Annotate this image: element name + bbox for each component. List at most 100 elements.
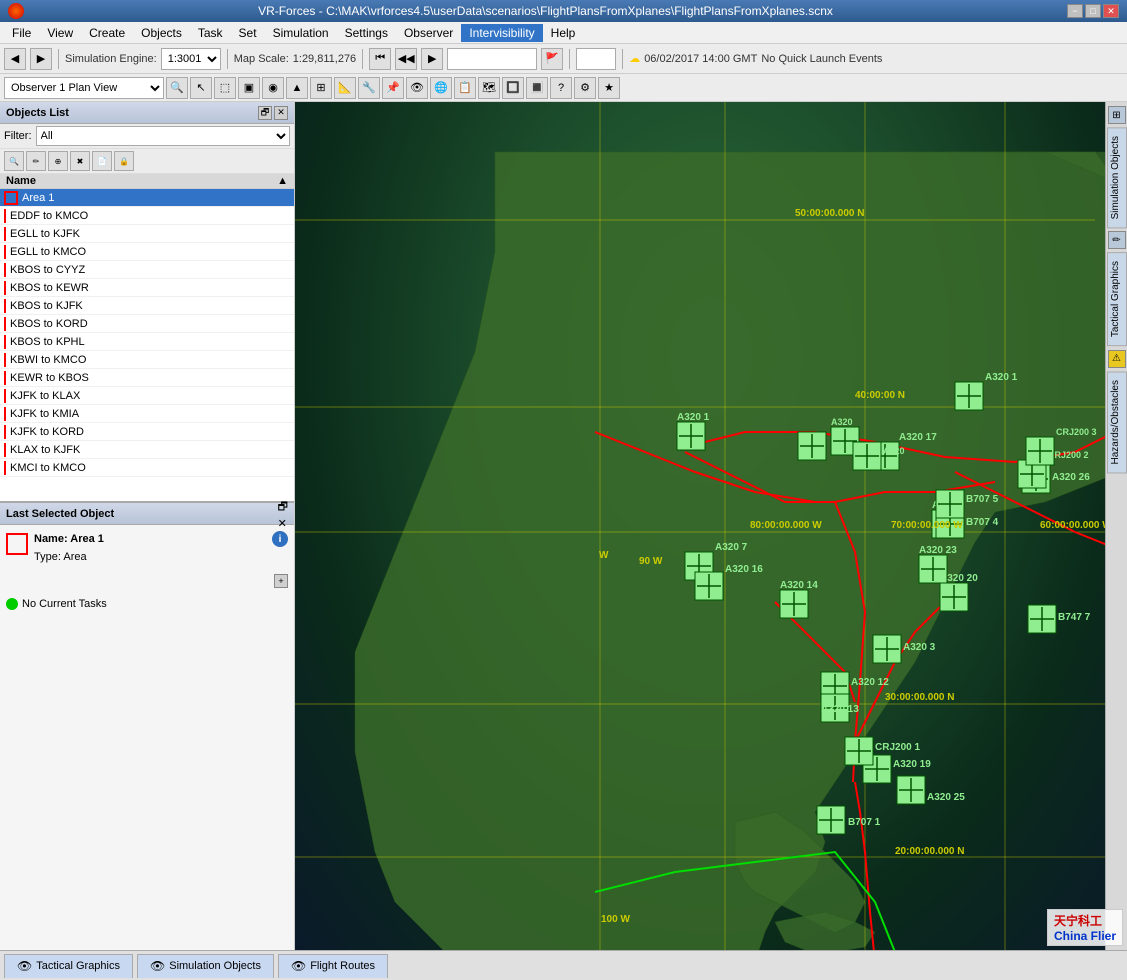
bottom-tab-flight-routes[interactable]: 👁 Flight Routes <box>278 954 388 978</box>
bottom-tab-sim-objects[interactable]: 👁 Simulation Objects <box>137 954 274 978</box>
obj-icon2[interactable]: ✏ <box>26 151 46 171</box>
maximize-button[interactable]: □ <box>1085 4 1101 18</box>
toolbar2-select[interactable]: ⬚ <box>214 77 236 99</box>
objects-scroll-list[interactable]: Area 1EDDF to KMCOEGLL to KJFKEGLL to KM… <box>0 189 294 501</box>
last-selected-restore[interactable]: 🗗 <box>278 498 288 517</box>
right-tab-icon3[interactable]: ⚠ <box>1108 350 1126 368</box>
step-back-btn[interactable]: ◀◀ <box>395 48 417 70</box>
objects-list-close[interactable]: ✕ <box>274 106 288 120</box>
view-select[interactable]: Observer 1 Plan View <box>4 77 164 99</box>
object-list-item[interactable]: KBOS to KJFK <box>0 297 294 315</box>
play-btn[interactable]: ▶ <box>421 48 443 70</box>
close-button[interactable]: ✕ <box>1103 4 1119 18</box>
menu-create[interactable]: Create <box>81 24 133 42</box>
toolbar2-eye[interactable]: 👁 <box>406 77 428 99</box>
toolbar2-rect1[interactable]: 🔲 <box>502 77 524 99</box>
object-list-item[interactable]: KJFK to KLAX <box>0 387 294 405</box>
title-bar: VR-Forces - C:\MAK\vrforces4.5\userData\… <box>0 0 1127 22</box>
svg-text:B747 7: B747 7 <box>1058 612 1091 623</box>
sim-engine-select[interactable]: 1:3001 <box>161 48 221 70</box>
filter-select[interactable]: All <box>36 126 291 146</box>
sim-engine-label: Simulation Engine: <box>65 53 157 65</box>
toolbar2-measure[interactable]: 📐 <box>334 77 356 99</box>
toolbar2-globe[interactable]: 🌐 <box>430 77 452 99</box>
menu-simulation[interactable]: Simulation <box>265 24 337 42</box>
forward-btn[interactable]: ▶ <box>30 48 52 70</box>
flag-btn[interactable]: 🚩 <box>541 48 563 70</box>
menu-observer[interactable]: Observer <box>396 24 461 42</box>
svg-text:A320 16: A320 16 <box>725 564 763 575</box>
toolbar2-search[interactable]: 🔍 <box>166 77 188 99</box>
back-btn[interactable]: ◀ <box>4 48 26 70</box>
object-list-item[interactable]: KBOS to KORD <box>0 315 294 333</box>
minimize-button[interactable]: − <box>1067 4 1083 18</box>
object-list-item[interactable]: KMCI to KMCO <box>0 459 294 477</box>
object-list-item[interactable]: EDDF to KMCO <box>0 207 294 225</box>
selected-obj-details: Name: Area 1 Type: Area <box>34 531 104 566</box>
window-title: VR-Forces - C:\MAK\vrforces4.5\userData\… <box>24 4 1067 18</box>
toolbar2-flag[interactable]: ▲ <box>286 77 308 99</box>
menu-task[interactable]: Task <box>190 24 231 42</box>
object-list-item[interactable]: Area 1 <box>0 189 294 207</box>
menu-objects[interactable]: Objects <box>133 24 190 42</box>
map-svg-overlay: A320 1 A320 2 A320 3 A320 7 <box>295 102 1127 950</box>
toolbar2-rect2[interactable]: 🔳 <box>526 77 548 99</box>
obj-icon4[interactable]: ✖ <box>70 151 90 171</box>
menu-set[interactable]: Set <box>231 24 265 42</box>
toolbar2-clip[interactable]: 📋 <box>454 77 476 99</box>
right-tab-sim-objects[interactable]: Simulation Objects <box>1107 127 1127 228</box>
object-list-item[interactable]: KLAX to KJFK <box>0 441 294 459</box>
obj-icon5[interactable]: 📄 <box>92 151 112 171</box>
object-list-item[interactable]: EGLL to KMCO <box>0 243 294 261</box>
right-tab-hazards[interactable]: Hazards/Obstacles <box>1107 371 1127 473</box>
menu-view[interactable]: View <box>39 24 81 42</box>
svg-text:B707 1: B707 1 <box>848 817 881 828</box>
object-item-label: KJFK to KORD <box>10 426 84 438</box>
objects-list-restore[interactable]: 🗗 <box>258 106 272 120</box>
map-area[interactable]: A320 1 A320 2 A320 3 A320 7 <box>295 102 1127 950</box>
toolbar2-map[interactable]: 🗺 <box>478 77 500 99</box>
toolbar2-settings[interactable]: ⚙ <box>574 77 596 99</box>
obj-icon6[interactable]: 🔒 <box>114 151 134 171</box>
svg-text:40:00:00 N: 40:00:00 N <box>855 390 905 401</box>
toolbar2-target[interactable]: ◉ <box>262 77 284 99</box>
right-tab-icon1[interactable]: ⊞ <box>1108 106 1126 124</box>
toolbar2-wrench[interactable]: 🔧 <box>358 77 380 99</box>
object-item-icon <box>4 389 6 403</box>
object-list-item[interactable]: KBOS to CYYZ <box>0 261 294 279</box>
menu-help[interactable]: Help <box>543 24 584 42</box>
object-list-item[interactable]: KEWR to KBOS <box>0 369 294 387</box>
right-tab-icon2[interactable]: ✏ <box>1108 231 1126 249</box>
object-list-item[interactable]: KBWI to KMCO <box>0 351 294 369</box>
object-list-item[interactable]: KJFK to KMIA <box>0 405 294 423</box>
object-item-icon <box>4 443 6 457</box>
toolbar2-pointer[interactable]: ↖ <box>190 77 212 99</box>
last-selected-panel: Last Selected Object 🗗 ✕ Name: Area 1 Ty… <box>0 502 294 950</box>
task-add-btn[interactable]: + <box>274 574 288 588</box>
toolbar2-pin[interactable]: 📌 <box>382 77 404 99</box>
name-header-label: Name <box>6 175 36 187</box>
object-list-item[interactable]: KBOS to KEWR <box>0 279 294 297</box>
object-list-item[interactable]: KBOS to KPHL <box>0 333 294 351</box>
obj-icon1[interactable]: 🔍 <box>4 151 24 171</box>
object-list-item[interactable]: EGLL to KJFK <box>0 225 294 243</box>
object-info: Name: Area 1 Type: Area i <box>6 531 288 566</box>
right-tab-tactical[interactable]: Tactical Graphics <box>1107 252 1127 346</box>
menu-file[interactable]: File <box>4 24 39 42</box>
svg-text:70:00:00.000 W: 70:00:00.000 W <box>891 520 963 531</box>
object-list-item[interactable]: KJFK to KORD <box>0 423 294 441</box>
bottom-tab-tactical[interactable]: 👁 Tactical Graphics <box>4 954 133 978</box>
toolbar2-grid[interactable]: ⊞ <box>310 77 332 99</box>
rewind-btn[interactable]: ⏮ <box>369 48 391 70</box>
svg-text:30:00:00.000 N: 30:00:00.000 N <box>885 692 955 703</box>
menu-settings[interactable]: Settings <box>337 24 396 42</box>
numeric-input[interactable]: 1 <box>576 48 616 70</box>
obj-icon3[interactable]: ⊕ <box>48 151 68 171</box>
left-panel: Objects List 🗗 ✕ Filter: All 🔍 ✏ ⊕ ✖ 📄 🔒 <box>0 102 295 950</box>
menu-intervisibility[interactable]: Intervisibility <box>461 24 542 42</box>
toolbar2-extra[interactable]: ★ <box>598 77 620 99</box>
info-button[interactable]: i <box>272 531 288 547</box>
toolbar2-box[interactable]: ▣ <box>238 77 260 99</box>
time-input[interactable]: 0:00:00:13 <box>447 48 537 70</box>
toolbar2-unknown[interactable]: ? <box>550 77 572 99</box>
